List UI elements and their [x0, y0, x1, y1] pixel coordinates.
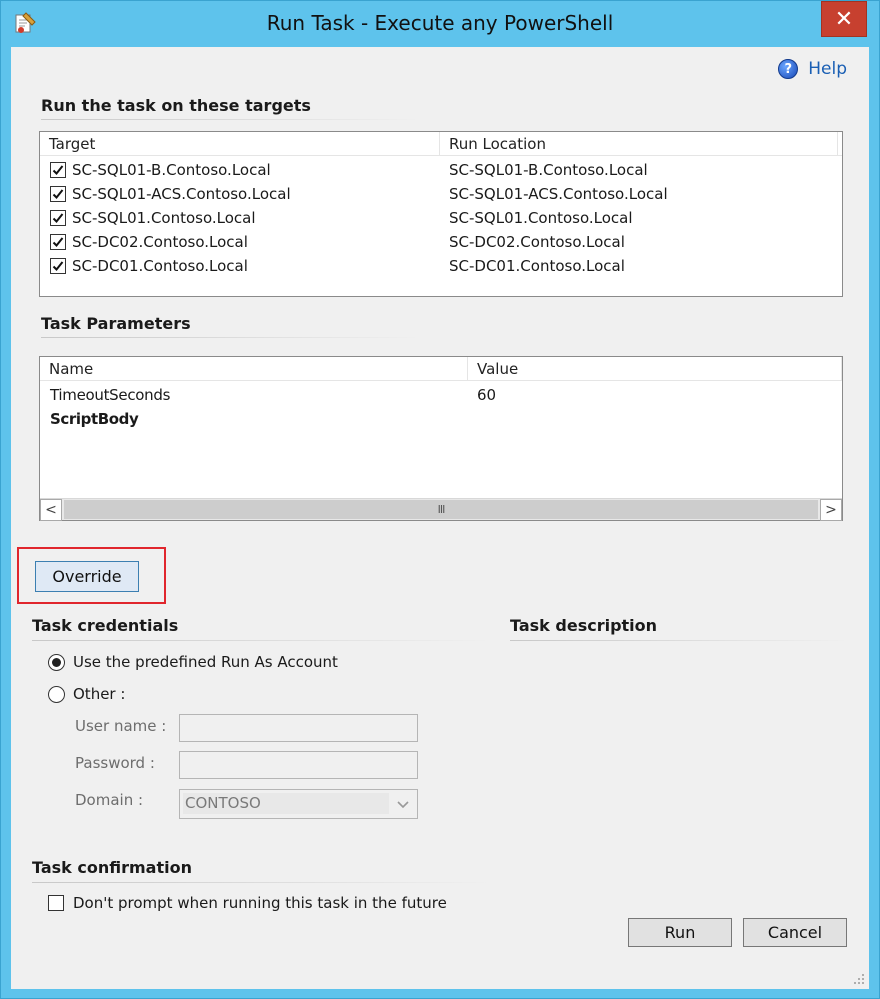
title-bar[interactable]: Run Task - Execute any PowerShell ✕ [1, 1, 879, 47]
target-name: SC-SQL01-B.Contoso.Local [72, 161, 271, 179]
horizontal-scrollbar[interactable]: < III > [40, 498, 842, 521]
other-account-label[interactable]: Other : [73, 685, 125, 703]
run-location: SC-SQL01-ACS.Contoso.Local [449, 185, 668, 203]
dont-prompt-label[interactable]: Don't prompt when running this task in t… [73, 894, 447, 912]
target-checkbox[interactable] [50, 258, 66, 274]
targets-section-title: Run the task on these targets [41, 96, 311, 115]
password-field[interactable] [179, 751, 418, 779]
override-button[interactable]: Override [35, 561, 139, 592]
parameters-section-divider [41, 337, 421, 338]
chevron-down-icon [397, 801, 409, 809]
target-name: SC-SQL01-ACS.Contoso.Local [72, 185, 291, 203]
parameter-row[interactable]: ScriptBody [40, 407, 842, 431]
user-name-field[interactable] [179, 714, 418, 742]
targets-section-divider [41, 119, 421, 120]
help-link[interactable]: ? Help [778, 59, 847, 79]
run-location: SC-SQL01-B.Contoso.Local [449, 161, 648, 179]
column-header-value[interactable]: Value [468, 357, 842, 381]
close-icon: ✕ [834, 6, 854, 32]
dialog-window: Run Task - Execute any PowerShell ✕ ? He… [0, 0, 880, 999]
scroll-left-icon[interactable]: < [40, 499, 62, 521]
target-row[interactable]: SC-SQL01.Contoso.Local SC-SQL01.Contoso.… [40, 206, 842, 230]
radio-predefined-account[interactable] [48, 654, 65, 671]
checkmark-icon [52, 213, 64, 223]
confirmation-section-divider [32, 882, 492, 883]
target-checkbox[interactable] [50, 234, 66, 250]
targets-list-header: Target Run Location [40, 132, 842, 156]
radio-selected-dot [52, 658, 61, 667]
cancel-button[interactable]: Cancel [743, 918, 847, 947]
radio-other-account[interactable] [48, 686, 65, 703]
description-section-divider [510, 640, 850, 641]
checkmark-icon [52, 237, 64, 247]
run-location: SC-DC02.Contoso.Local [449, 233, 625, 251]
column-header-target[interactable]: Target [40, 132, 440, 156]
user-name-label: User name : [75, 717, 167, 735]
target-checkbox[interactable] [50, 186, 66, 202]
targets-list[interactable]: Target Run Location SC-SQL01-B.Contoso.L… [39, 131, 843, 297]
target-row[interactable]: SC-SQL01-B.Contoso.Local SC-SQL01-B.Cont… [40, 158, 842, 182]
parameters-section-title: Task Parameters [41, 314, 191, 333]
target-checkbox[interactable] [50, 210, 66, 226]
scroll-right-icon[interactable]: > [820, 499, 842, 521]
target-name: SC-DC02.Contoso.Local [72, 233, 248, 251]
run-location: SC-DC01.Contoso.Local [449, 257, 625, 275]
checkmark-icon [52, 165, 64, 175]
close-button[interactable]: ✕ [821, 1, 867, 37]
column-header-run-location[interactable]: Run Location [440, 132, 838, 156]
domain-label: Domain : [75, 791, 144, 809]
target-row[interactable]: SC-SQL01-ACS.Contoso.Local SC-SQL01-ACS.… [40, 182, 842, 206]
run-button[interactable]: Run [628, 918, 732, 947]
confirmation-section-title: Task confirmation [32, 858, 192, 877]
credentials-section-title: Task credentials [32, 616, 179, 635]
checkmark-icon [52, 189, 64, 199]
description-section-title: Task description [510, 616, 658, 635]
parameter-name: ScriptBody [50, 410, 139, 428]
target-checkbox[interactable] [50, 162, 66, 178]
resize-grip-icon[interactable] [853, 973, 865, 985]
parameter-value[interactable]: 60 [477, 383, 496, 407]
target-row[interactable]: SC-DC01.Contoso.Local SC-DC01.Contoso.Lo… [40, 254, 842, 278]
domain-value: CONTOSO [183, 793, 389, 814]
target-name: SC-SQL01.Contoso.Local [72, 209, 256, 227]
password-label: Password : [75, 754, 155, 772]
scroll-thumb[interactable]: III [64, 500, 818, 519]
predefined-account-label[interactable]: Use the predefined Run As Account [73, 653, 338, 671]
domain-dropdown[interactable]: CONTOSO [179, 789, 418, 819]
help-icon: ? [778, 59, 799, 79]
parameter-name: TimeoutSeconds [50, 386, 171, 404]
dont-prompt-checkbox[interactable] [48, 895, 64, 911]
column-header-name[interactable]: Name [40, 357, 468, 381]
parameters-grid-header: Name Value [40, 357, 842, 381]
target-name: SC-DC01.Contoso.Local [72, 257, 248, 275]
run-location: SC-SQL01.Contoso.Local [449, 209, 633, 227]
parameter-row[interactable]: TimeoutSeconds 60 [40, 383, 842, 407]
credentials-section-divider [32, 640, 492, 641]
help-label: Help [808, 59, 847, 79]
window-title: Run Task - Execute any PowerShell [266, 11, 614, 35]
target-row[interactable]: SC-DC02.Contoso.Local SC-DC02.Contoso.Lo… [40, 230, 842, 254]
dialog-client-area: ? Help Run the task on these targets Tar… [11, 47, 869, 989]
parameters-grid[interactable]: Name Value TimeoutSeconds 60 ScriptBody … [39, 356, 843, 521]
checkmark-icon [52, 261, 64, 271]
